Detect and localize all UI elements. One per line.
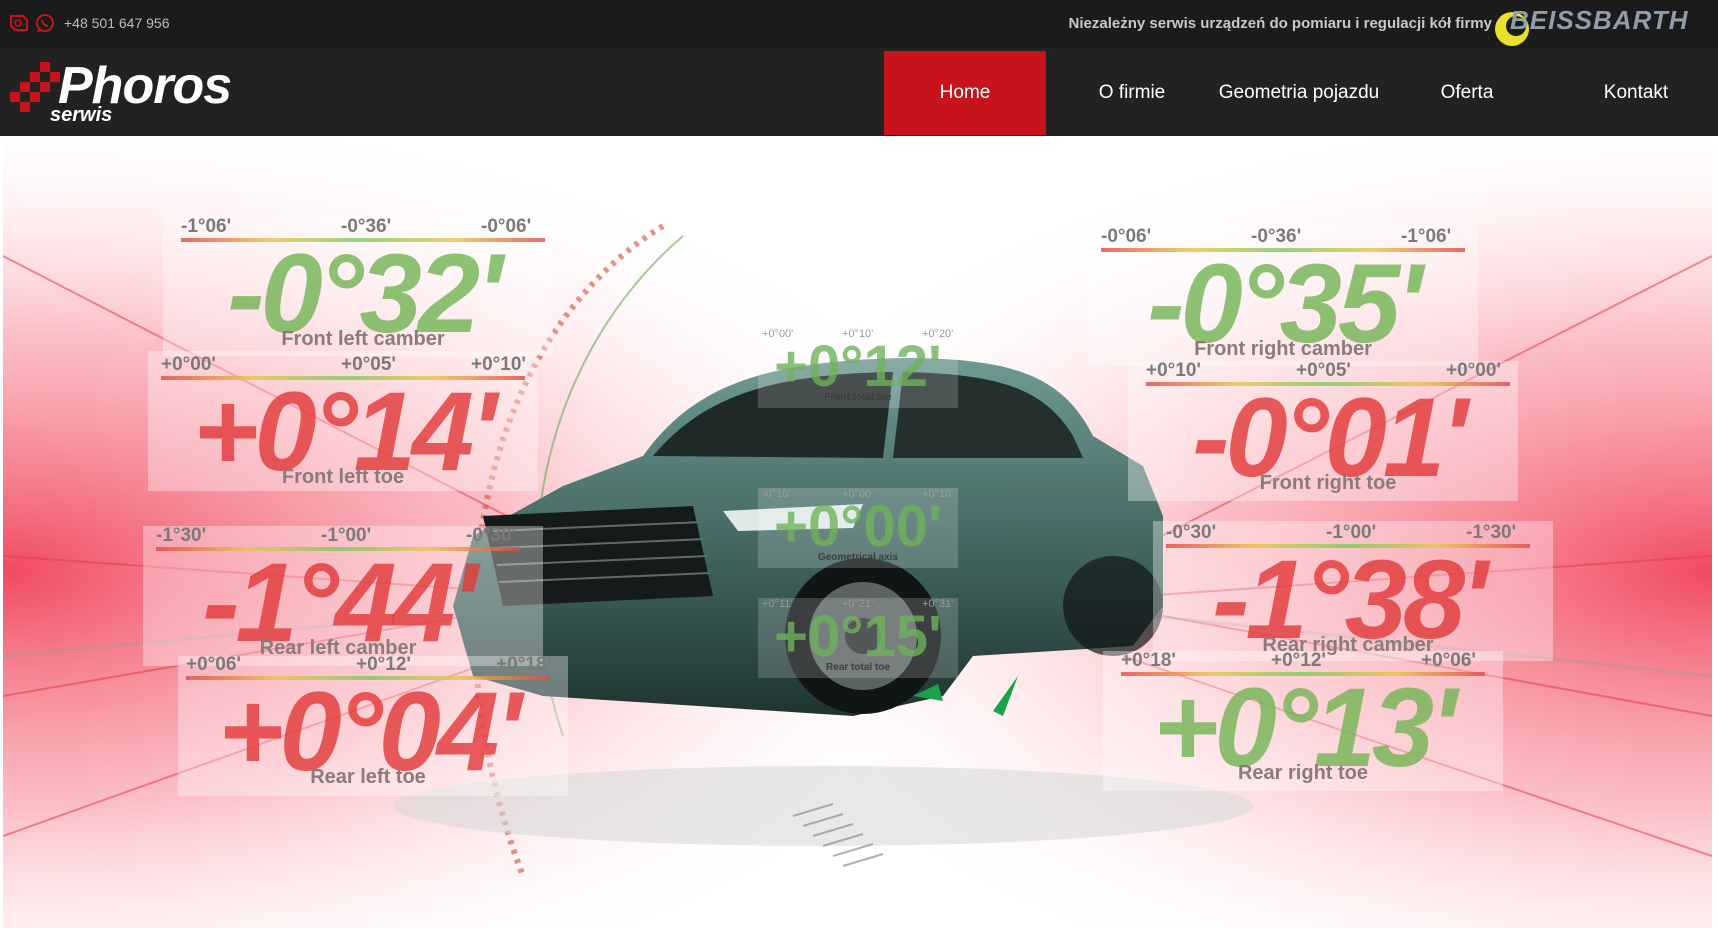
nav-item-geometria-pojazdu[interactable]: Geometria pojazdu	[1218, 51, 1380, 135]
logo-sub: serwis	[50, 104, 113, 126]
tagline: Niezależny serwis urządzeń do pomiaru i …	[1068, 15, 1492, 32]
page: +48 501 647 956 Niezależny serwis urządz…	[0, 0, 1718, 928]
phoros-logo[interactable]: Phoros serwis	[10, 56, 270, 128]
nav-item-kontakt[interactable]: Kontakt	[1554, 51, 1718, 135]
viber-icon[interactable]	[8, 12, 30, 34]
contact-info: +48 501 647 956	[8, 12, 170, 34]
top-bar: +48 501 647 956 Niezależny serwis urządz…	[0, 0, 1718, 48]
measurement-caption: Rear right toe	[1237, 762, 1369, 784]
panel-rear-right-camber: -0°30' -1°00' -1°30' -1°38' Rear right c…	[1158, 522, 1538, 656]
panel-front-left-toe: +0°00' +0°05' +0°10' +0°14' Front left t…	[153, 354, 533, 488]
panel-geometrical-axis: -0°10' +0°00' +0°10' +0°00' Geometrical …	[758, 488, 958, 568]
whatsapp-icon[interactable]	[34, 12, 56, 34]
scale-min: -0°06'	[1101, 226, 1152, 247]
panel-rear-right-toe: +0°18' +0°12' +0°06' +0°13' Rear right t…	[1113, 650, 1493, 784]
measurement-caption: Front right camber	[1194, 338, 1372, 360]
measurement-caption: Front right toe	[1259, 472, 1397, 494]
main-nav: Home O firmie Geometria pojazdu Oferta K…	[884, 48, 1718, 136]
measurement-caption: Front left camber	[281, 328, 445, 350]
phone-number[interactable]: +48 501 647 956	[64, 15, 170, 31]
header: Phoros serwis Home O firmie Geometria po…	[0, 48, 1718, 136]
measurement-value: +0°00'	[774, 494, 942, 559]
hero-banner: -1°06' -0°36' -0°06' -0°32' Front left c…	[3, 136, 1712, 928]
nav-item-oferta[interactable]: Oferta	[1380, 51, 1554, 135]
partner-name: BEISSBARTH	[1510, 5, 1689, 35]
measurement-caption: Front total toe	[824, 392, 892, 403]
panel-rear-total-toe: +0°11' +0°21' +0°31' +0°15' Rear total t…	[758, 598, 958, 678]
panel-front-total-toe: +0°00' +0°10' +0°20' +0°12' Front total …	[758, 328, 958, 408]
measurement-caption: Rear total toe	[826, 662, 890, 673]
scale-min: -1°06'	[181, 216, 232, 237]
measurement-value: +0°12'	[774, 334, 942, 399]
measurement-caption: Front left toe	[281, 466, 405, 488]
scale-min: -0°30'	[1166, 522, 1217, 543]
panel-front-right-camber: -0°06' -0°36' -1°06' -0°35' Front right …	[1093, 226, 1473, 360]
measurement-value: +0°15'	[774, 604, 942, 669]
nav-item-home[interactable]: Home	[884, 51, 1046, 135]
nav-item-o-firmie[interactable]: O firmie	[1046, 51, 1218, 135]
scale-min: -1°30'	[156, 525, 207, 546]
beissbarth-logo[interactable]: BEISSBARTH	[1492, 3, 1712, 47]
measurement-caption: Rear left toe	[310, 766, 426, 788]
panel-rear-left-toe: +0°06' +0°12' +0°18' +0°04' Rear left to…	[178, 654, 558, 788]
panel-rear-left-camber: -1°30' -1°00' -0°30' -1°44' Rear left ca…	[148, 525, 528, 659]
panel-front-right-toe: +0°10' +0°05' +0°00' -0°01' Front right …	[1138, 360, 1518, 494]
measurement-caption: Geometrical axis	[817, 552, 899, 563]
panel-front-left-camber: -1°06' -0°36' -0°06' -0°32' Front left c…	[173, 216, 553, 350]
